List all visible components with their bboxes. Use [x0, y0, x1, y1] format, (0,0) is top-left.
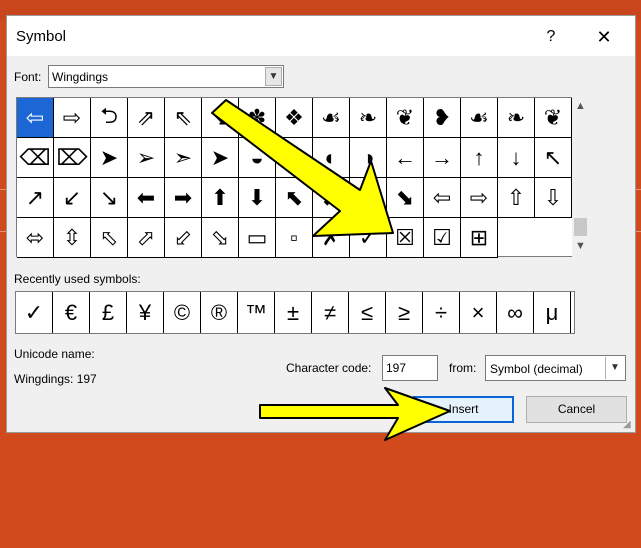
annotation-arrow-icon — [211, 99, 394, 237]
annotation-overlay — [211, 99, 451, 441]
annotation-arrow-icon — [259, 387, 451, 441]
